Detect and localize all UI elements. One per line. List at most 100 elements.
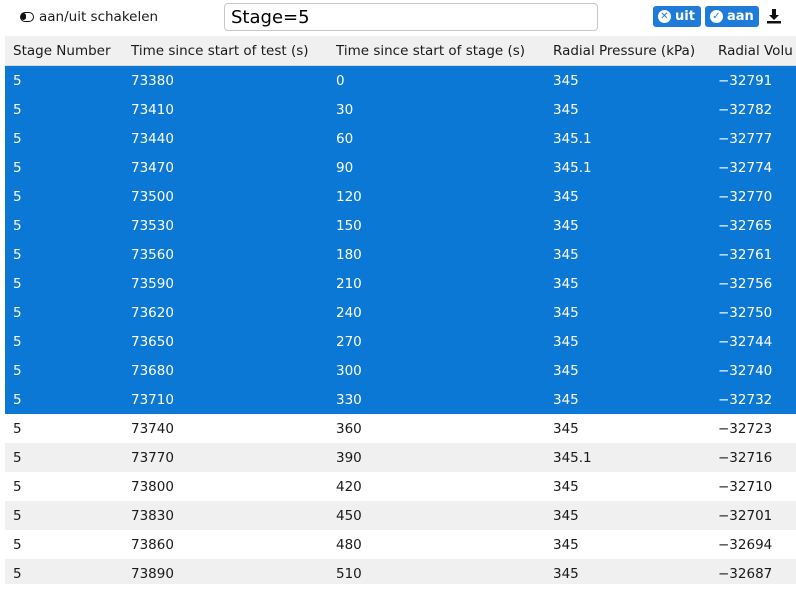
table-cell: 5 bbox=[5, 240, 123, 269]
table-cell: −32777 bbox=[710, 124, 796, 153]
table-row[interactable]: 5 73440 60 345.1 −32777 bbox=[5, 124, 796, 153]
table-cell: −32694 bbox=[710, 530, 796, 559]
table-cell: 73380 bbox=[123, 65, 328, 95]
toggle-all-button[interactable]: aan/uit schakelen bbox=[20, 7, 158, 27]
table-cell: 345 bbox=[545, 182, 710, 211]
table-row[interactable]: 5 73380 0 345 −32791 bbox=[5, 65, 796, 95]
table-cell: 5 bbox=[5, 414, 123, 443]
table-cell: 5 bbox=[5, 153, 123, 182]
table-cell: 5 bbox=[5, 211, 123, 240]
table-cell: −32723 bbox=[710, 414, 796, 443]
table-cell: −32750 bbox=[710, 298, 796, 327]
table-row[interactable]: 5 73680 300 345 −32740 bbox=[5, 356, 796, 385]
table-cell: 73530 bbox=[123, 211, 328, 240]
table-cell: 73740 bbox=[123, 414, 328, 443]
table-cell: 345 bbox=[545, 501, 710, 530]
table-cell: 345.1 bbox=[545, 153, 710, 182]
table-cell: 5 bbox=[5, 385, 123, 414]
table-row[interactable]: 5 73770 390 345.1 −32716 bbox=[5, 443, 796, 472]
table-cell: 73770 bbox=[123, 443, 328, 472]
table-row[interactable]: 5 73890 510 345 −32687 bbox=[5, 559, 796, 584]
table-header-row: Stage Number Time since start of test (s… bbox=[5, 36, 796, 66]
table-cell: −32756 bbox=[710, 269, 796, 298]
table-cell: 360 bbox=[328, 414, 545, 443]
column-header[interactable]: Radial Pressure (kPa) bbox=[545, 36, 710, 66]
table-row[interactable]: 5 73410 30 345 −32782 bbox=[5, 95, 796, 124]
select-all-label: aan bbox=[727, 9, 754, 24]
table-cell: 420 bbox=[328, 472, 545, 501]
select-all-button[interactable]: ✓ aan bbox=[705, 6, 759, 27]
table-cell: 210 bbox=[328, 269, 545, 298]
table-cell: 5 bbox=[5, 95, 123, 124]
table-row[interactable]: 5 73710 330 345 −32732 bbox=[5, 385, 796, 414]
table-cell: 120 bbox=[328, 182, 545, 211]
table-cell: 5 bbox=[5, 124, 123, 153]
table-cell: 345 bbox=[545, 65, 710, 95]
table-cell: 5 bbox=[5, 559, 123, 584]
table-cell: 73650 bbox=[123, 327, 328, 356]
table-cell: −32765 bbox=[710, 211, 796, 240]
table-cell: 345 bbox=[545, 414, 710, 443]
table-cell: 450 bbox=[328, 501, 545, 530]
table-cell: 5 bbox=[5, 356, 123, 385]
table-cell: 345 bbox=[545, 298, 710, 327]
table-row[interactable]: 5 73590 210 345 −32756 bbox=[5, 269, 796, 298]
table-cell: 240 bbox=[328, 298, 545, 327]
table-cell: −32770 bbox=[710, 182, 796, 211]
filter-input[interactable] bbox=[224, 3, 598, 31]
table-row[interactable]: 5 73470 90 345.1 −32774 bbox=[5, 153, 796, 182]
data-table-container[interactable]: Stage Number Time since start of test (s… bbox=[5, 36, 796, 584]
column-header[interactable]: Time since start of test (s) bbox=[123, 36, 328, 66]
table-cell: 5 bbox=[5, 530, 123, 559]
table-cell: 345 bbox=[545, 356, 710, 385]
table-cell: 73710 bbox=[123, 385, 328, 414]
table-cell: 5 bbox=[5, 472, 123, 501]
table-row[interactable]: 5 73560 180 345 −32761 bbox=[5, 240, 796, 269]
column-header[interactable]: Radial Volu bbox=[710, 36, 796, 66]
table-cell: 60 bbox=[328, 124, 545, 153]
table-cell: 345 bbox=[545, 472, 710, 501]
column-header[interactable]: Time since start of stage (s) bbox=[328, 36, 545, 66]
table-cell: −32744 bbox=[710, 327, 796, 356]
table-cell: −32740 bbox=[710, 356, 796, 385]
table-row[interactable]: 5 73500 120 345 −32770 bbox=[5, 182, 796, 211]
table-cell: −32761 bbox=[710, 240, 796, 269]
table-cell: −32791 bbox=[710, 65, 796, 95]
table-cell: 5 bbox=[5, 269, 123, 298]
table-row[interactable]: 5 73800 420 345 −32710 bbox=[5, 472, 796, 501]
table-cell: 73860 bbox=[123, 530, 328, 559]
table-cell: 73800 bbox=[123, 472, 328, 501]
table-cell: 345 bbox=[545, 240, 710, 269]
table-row[interactable]: 5 73620 240 345 −32750 bbox=[5, 298, 796, 327]
column-header[interactable]: Stage Number bbox=[5, 36, 123, 66]
table-cell: −32701 bbox=[710, 501, 796, 530]
table-row[interactable]: 5 73530 150 345 −32765 bbox=[5, 211, 796, 240]
table-cell: 73620 bbox=[123, 298, 328, 327]
table-cell: 5 bbox=[5, 327, 123, 356]
table-cell: 30 bbox=[328, 95, 545, 124]
table-cell: 510 bbox=[328, 559, 545, 584]
table-cell: 330 bbox=[328, 385, 545, 414]
close-circle-icon: ✕ bbox=[658, 10, 671, 23]
table-cell: 270 bbox=[328, 327, 545, 356]
table-cell: 73890 bbox=[123, 559, 328, 584]
table-row[interactable]: 5 73740 360 345 −32723 bbox=[5, 414, 796, 443]
table-cell: 345.1 bbox=[545, 443, 710, 472]
table-cell: −32782 bbox=[710, 95, 796, 124]
table-cell: 300 bbox=[328, 356, 545, 385]
download-icon[interactable] bbox=[766, 8, 782, 24]
table-row[interactable]: 5 73830 450 345 −32701 bbox=[5, 501, 796, 530]
deselect-all-button[interactable]: ✕ uit bbox=[653, 6, 701, 27]
table-cell: 90 bbox=[328, 153, 545, 182]
table-cell: 150 bbox=[328, 211, 545, 240]
table-cell: 73680 bbox=[123, 356, 328, 385]
toggle-label: aan/uit schakelen bbox=[39, 9, 159, 25]
table-cell: 345.1 bbox=[545, 124, 710, 153]
table-cell: 5 bbox=[5, 501, 123, 530]
data-table: Stage Number Time since start of test (s… bbox=[5, 36, 796, 584]
table-cell: 345 bbox=[545, 327, 710, 356]
table-cell: 345 bbox=[545, 95, 710, 124]
table-cell: 73590 bbox=[123, 269, 328, 298]
table-row[interactable]: 5 73860 480 345 −32694 bbox=[5, 530, 796, 559]
table-row[interactable]: 5 73650 270 345 −32744 bbox=[5, 327, 796, 356]
